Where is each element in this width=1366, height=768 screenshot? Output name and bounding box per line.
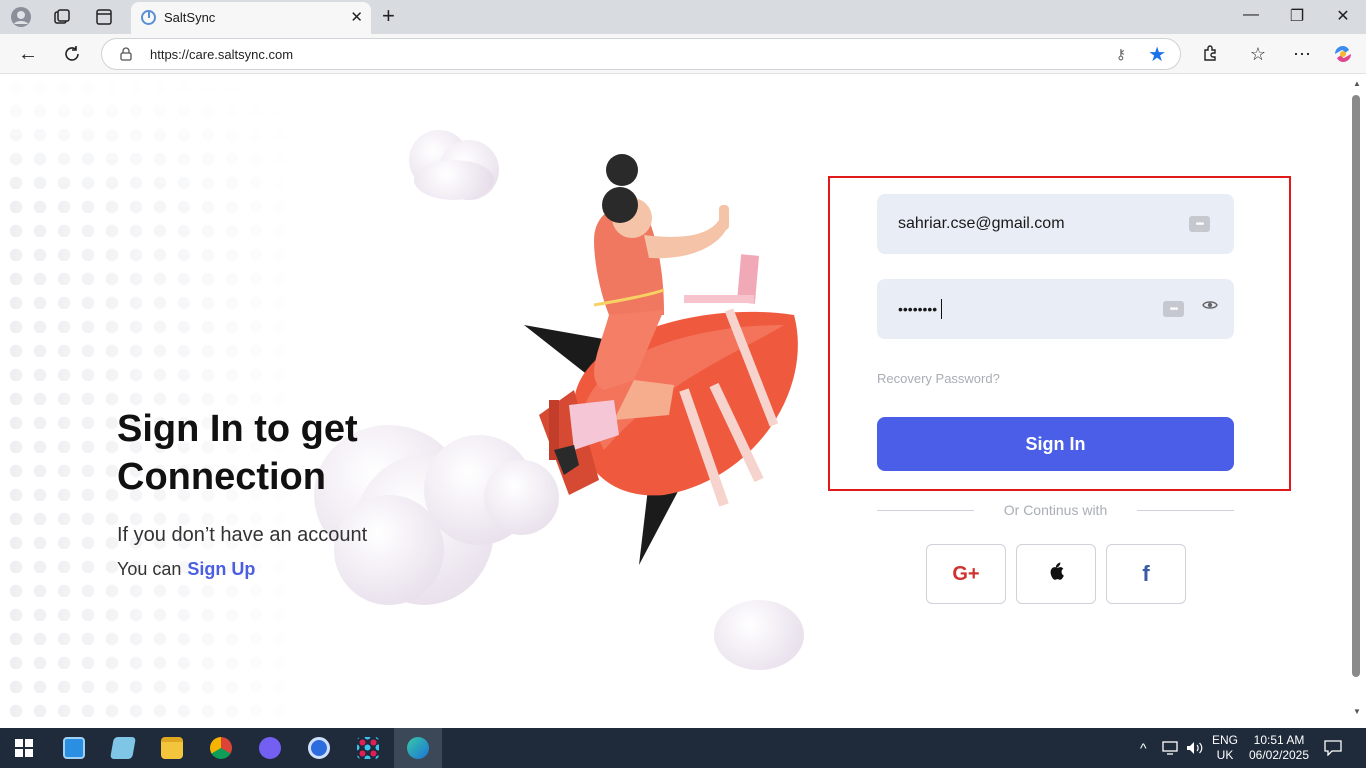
control-panel-icon bbox=[63, 737, 85, 759]
language-indicator[interactable]: ENG UK bbox=[1212, 728, 1238, 768]
hero-title: Sign In to get Connection bbox=[117, 405, 358, 501]
notifications-icon[interactable] bbox=[1324, 728, 1342, 768]
recovery-password-link[interactable]: Recovery Password? bbox=[877, 371, 1000, 386]
taskbar-app-notes[interactable] bbox=[99, 728, 147, 768]
tab-saltsync[interactable]: SaltSync ✕ bbox=[131, 2, 371, 34]
scroll-up-icon[interactable]: ▲ bbox=[1353, 79, 1361, 88]
clock-date: 06/02/2025 bbox=[1248, 748, 1310, 762]
show-password-eye-icon[interactable] bbox=[1202, 298, 1218, 316]
notes-icon bbox=[110, 737, 136, 759]
google-plus-icon: G+ bbox=[952, 562, 980, 585]
show-hidden-icons[interactable]: ^ bbox=[1140, 728, 1147, 768]
hero-title-line1: Sign In to get bbox=[117, 408, 358, 450]
email-field[interactable]: sahriar.cse@gmail.com ••• bbox=[877, 194, 1234, 254]
restore-icon[interactable]: ❐ bbox=[1285, 6, 1309, 26]
extensions-icon[interactable] bbox=[1198, 42, 1222, 66]
taskbar-app-control-panel[interactable] bbox=[50, 728, 98, 768]
page-scrollbar[interactable]: ▲ ▼ bbox=[1348, 75, 1366, 725]
apple-icon bbox=[1048, 562, 1064, 586]
autofill-icon[interactable]: ••• bbox=[1163, 301, 1184, 317]
network-icon[interactable] bbox=[1162, 728, 1178, 768]
hero-subtitle: If you don’t have an account bbox=[117, 524, 368, 546]
taskbar-app-slack[interactable] bbox=[344, 728, 392, 768]
volume-icon[interactable] bbox=[1186, 728, 1204, 768]
hero-title-line2: Connection bbox=[117, 456, 326, 498]
apple-signin-button[interactable] bbox=[1016, 544, 1096, 604]
clock-time: 10:51 AM bbox=[1253, 733, 1305, 747]
more-menu-icon[interactable]: ⋯ bbox=[1290, 42, 1314, 66]
favorites-icon[interactable]: ☆ bbox=[1246, 42, 1270, 66]
taskbar-app-browser[interactable] bbox=[295, 728, 343, 768]
browser-app-icon bbox=[308, 737, 330, 759]
facebook-icon: f bbox=[1142, 561, 1150, 586]
sign-in-button[interactable]: Sign In bbox=[877, 417, 1234, 471]
chrome-icon bbox=[210, 737, 232, 759]
lock-icon[interactable] bbox=[120, 47, 132, 61]
password-field[interactable]: •••••••• ••• bbox=[877, 279, 1234, 339]
minimize-icon[interactable]: — bbox=[1239, 6, 1263, 24]
login-page: Sign In to get Connection If you don’t h… bbox=[4, 75, 1348, 725]
slack-icon bbox=[357, 737, 379, 759]
google-signin-button[interactable]: G+ bbox=[926, 544, 1006, 604]
text-cursor bbox=[941, 299, 942, 319]
close-window-icon[interactable]: ✕ bbox=[1331, 6, 1355, 26]
address-bar[interactable]: https://care.saltsync.com ⚷ ★ bbox=[101, 38, 1181, 70]
close-tab-icon[interactable]: ✕ bbox=[350, 8, 363, 26]
viber-icon bbox=[259, 737, 281, 759]
language-code: ENG bbox=[1212, 733, 1239, 747]
taskbar-app-viber[interactable] bbox=[246, 728, 294, 768]
password-key-icon[interactable]: ⚷ bbox=[1116, 46, 1126, 63]
scroll-thumb[interactable] bbox=[1352, 95, 1360, 677]
profile-avatar-icon[interactable] bbox=[8, 5, 34, 29]
back-icon[interactable]: ← bbox=[16, 42, 40, 66]
copilot-icon[interactable] bbox=[1331, 42, 1355, 66]
url-text[interactable]: https://care.saltsync.com bbox=[150, 47, 293, 62]
browser-tab-bar: SaltSync ✕ + — ❐ ✕ bbox=[0, 0, 1366, 34]
signup-prefix: You can bbox=[117, 559, 182, 579]
new-tab-icon[interactable]: + bbox=[382, 3, 395, 29]
tab-actions-icon[interactable] bbox=[91, 5, 117, 29]
facebook-signin-button[interactable]: f bbox=[1106, 544, 1186, 604]
clock[interactable]: 10:51 AM 06/02/2025 bbox=[1248, 728, 1310, 768]
cloud-decoration-bottom bbox=[714, 600, 804, 670]
signup-prompt: You can Sign Up bbox=[117, 559, 255, 580]
password-value[interactable]: •••••••• bbox=[898, 301, 937, 317]
refresh-icon[interactable] bbox=[60, 42, 84, 66]
favorite-star-icon[interactable]: ★ bbox=[1148, 42, 1166, 67]
saltsync-favicon-icon bbox=[141, 10, 156, 25]
folder-icon bbox=[161, 737, 183, 759]
divider-right bbox=[1137, 510, 1234, 511]
taskbar-app-edge[interactable] bbox=[394, 728, 442, 768]
windows-icon bbox=[15, 739, 33, 757]
rocket-girl-illustration bbox=[524, 154, 798, 565]
start-button[interactable] bbox=[0, 728, 48, 768]
taskbar-app-chrome[interactable] bbox=[197, 728, 245, 768]
language-region: UK bbox=[1216, 748, 1234, 762]
autofill-icon[interactable]: ••• bbox=[1189, 216, 1210, 232]
signup-link[interactable]: Sign Up bbox=[187, 559, 255, 579]
browser-toolbar: ← https://care.saltsync.com ⚷ ★ ☆ ⋯ bbox=[0, 34, 1366, 74]
windows-taskbar: ^ ENG UK 10:51 AM 06/02/2025 bbox=[0, 728, 1366, 768]
workspaces-icon[interactable] bbox=[49, 5, 75, 29]
tab-title: SaltSync bbox=[164, 10, 216, 25]
taskbar-app-file-explorer[interactable] bbox=[148, 728, 196, 768]
edge-icon bbox=[407, 737, 429, 759]
scroll-down-icon[interactable]: ▼ bbox=[1353, 707, 1361, 716]
email-value[interactable]: sahriar.cse@gmail.com bbox=[898, 215, 1065, 233]
